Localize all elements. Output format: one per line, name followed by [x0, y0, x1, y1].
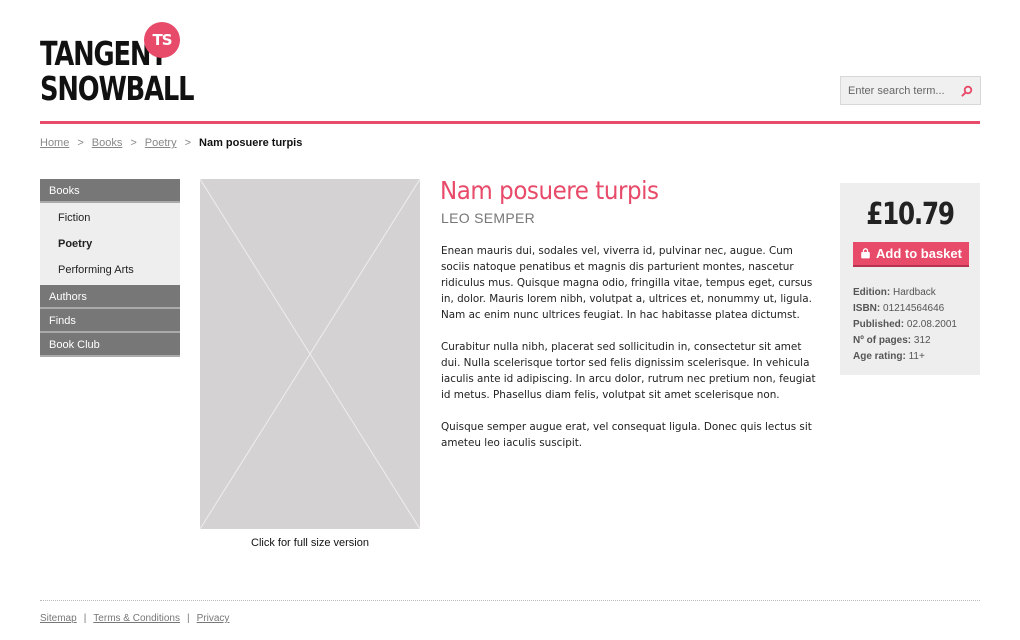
site-logo[interactable]: TANGENT SNOWBALL TS: [40, 22, 195, 108]
breadcrumb-home[interactable]: Home: [40, 137, 69, 149]
breadcrumb: Home > Books > Poetry > Nam posuere turp…: [40, 137, 302, 149]
footer-links: Sitemap | Terms & Conditions | Privacy: [40, 613, 229, 624]
sidebar-item-books[interactable]: Books: [40, 179, 180, 203]
detail-isbn: ISBN: 01214564646: [853, 303, 945, 314]
shopping-bag-icon: [861, 248, 870, 259]
logo-line-2: SNOWBALL: [40, 69, 195, 108]
book-description: Enean mauris dui, sodales vel, viverra i…: [441, 243, 819, 467]
sidebar-item-book-club[interactable]: Book Club: [40, 333, 180, 357]
description-paragraph: Quisque semper augue erat, vel consequat…: [441, 421, 812, 449]
breadcrumb-current: Nam posuere turpis: [199, 137, 303, 149]
description-paragraph: Curabitur nulla nibh, placerat sed solli…: [441, 341, 816, 401]
header-divider: [40, 121, 980, 124]
sidebar-item-poetry[interactable]: Poetry: [40, 231, 180, 257]
search-icon: [961, 85, 972, 97]
book-cover-image[interactable]: [199, 178, 421, 530]
detail-pages: Nº of pages: 312: [853, 335, 931, 346]
book-details: Edition: Hardback ISBN: 01214564646 Publ…: [853, 285, 957, 365]
search-bar: [840, 76, 981, 105]
breadcrumb-separator: >: [130, 137, 137, 149]
sidebar-sub-list: Fiction Poetry Performing Arts: [40, 203, 180, 285]
book-author: LEO SEMPER: [441, 210, 536, 226]
image-placeholder-cross: [199, 178, 421, 530]
sidebar-item-fiction[interactable]: Fiction: [40, 205, 180, 231]
price: £10.79: [866, 197, 955, 232]
purchase-panel: £10.79 Add to basket Edition: Hardback I…: [840, 183, 980, 375]
footer-divider: [40, 600, 980, 601]
breadcrumb-separator: >: [184, 137, 192, 149]
add-to-basket-label: Add to basket: [876, 246, 962, 261]
description-paragraph: Enean mauris dui, sodales vel, viverra i…: [441, 245, 813, 321]
search-input[interactable]: [841, 77, 953, 104]
sidebar-item-performing-arts[interactable]: Performing Arts: [40, 257, 180, 283]
sidebar-item-finds[interactable]: Finds: [40, 309, 180, 333]
book-title: Nam posuere turpis: [440, 176, 659, 205]
detail-age-rating: Age rating: 11+: [853, 351, 925, 362]
breadcrumb-separator: >: [77, 137, 84, 149]
detail-published: Published: 02.08.2001: [853, 319, 957, 330]
detail-edition: Edition: Hardback: [853, 287, 936, 298]
footer-link-privacy[interactable]: Privacy: [197, 613, 230, 624]
sidebar-item-authors[interactable]: Authors: [40, 285, 180, 309]
footer-link-sitemap[interactable]: Sitemap: [40, 613, 77, 624]
logo-badge: TS: [144, 22, 180, 58]
search-button[interactable]: [953, 77, 980, 104]
sidebar-nav: Books Fiction Poetry Performing Arts Aut…: [40, 179, 180, 357]
breadcrumb-poetry[interactable]: Poetry: [145, 137, 177, 149]
footer-separator: |: [83, 613, 87, 624]
breadcrumb-books[interactable]: Books: [92, 137, 123, 149]
footer-link-terms[interactable]: Terms & Conditions: [93, 613, 180, 624]
footer-separator: |: [187, 613, 190, 624]
add-to-basket-button[interactable]: Add to basket: [853, 242, 969, 267]
full-size-link[interactable]: Click for full size version: [200, 537, 420, 549]
